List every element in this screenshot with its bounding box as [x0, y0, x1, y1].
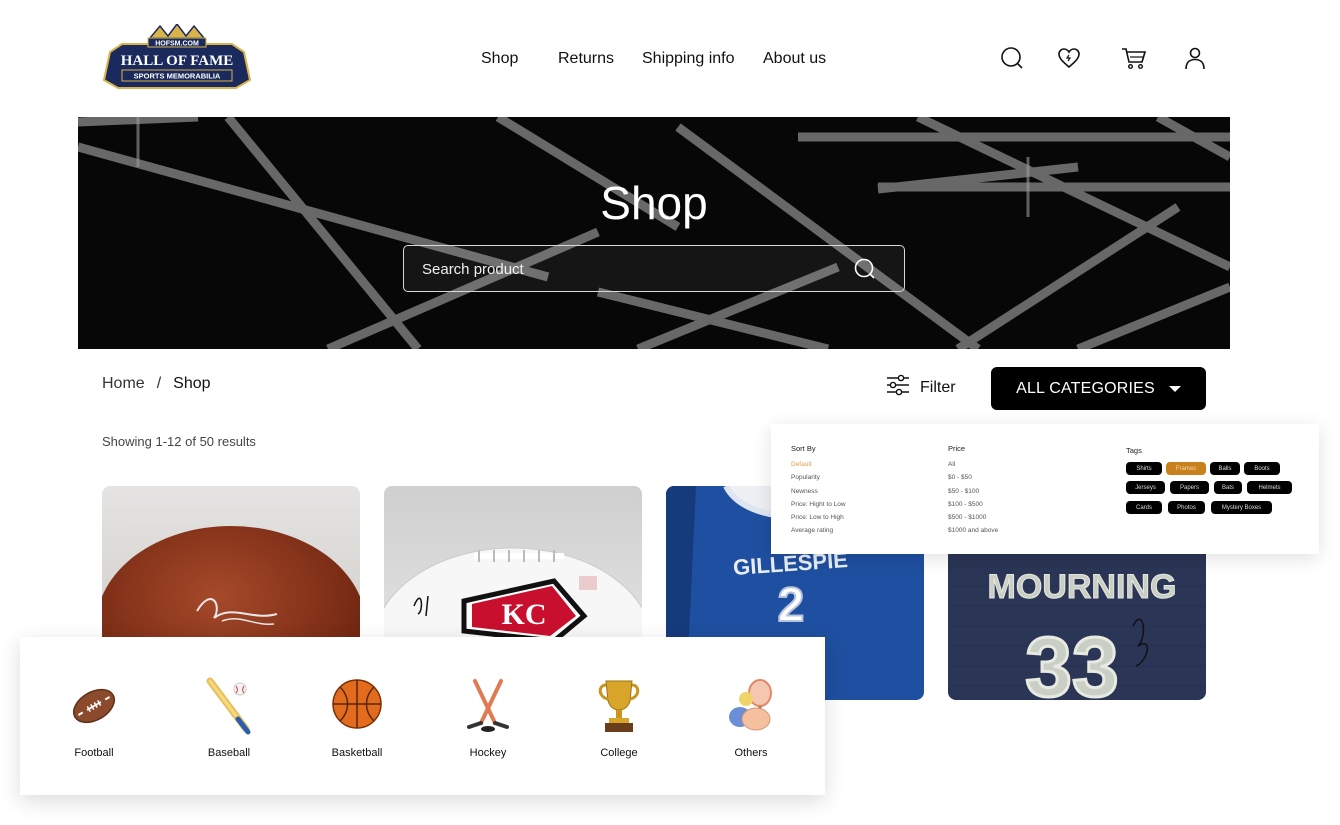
tag-shirts[interactable]: Shirts	[1126, 462, 1162, 475]
price-heading: Price	[948, 444, 966, 453]
category-baseball[interactable]: Baseball	[179, 677, 279, 759]
price-option-50-100[interactable]: $50 - $100	[948, 488, 998, 496]
price-option-500-1000[interactable]: $500 - $1000	[948, 514, 998, 522]
category-label: Baseball	[207, 747, 251, 759]
tags-heading: Tags	[1126, 446, 1142, 455]
sort-option-price-high-low[interactable]: Price: Hight to Low	[791, 501, 846, 509]
category-label: Basketball	[331, 747, 383, 759]
breadcrumb: Home / Shop	[102, 375, 211, 393]
site-logo[interactable]: HOFSM.COM HALL OF FAME SPORTS MEMORABILI…	[102, 22, 252, 92]
logo-text-1: HOFSM.COM	[155, 41, 199, 48]
site-header: HOFSM.COM HALL OF FAME SPORTS MEMORABILI…	[0, 0, 1340, 117]
sports-equipment-icon	[729, 679, 772, 731]
logo-text-3: SPORTS MEMORABILIA	[134, 72, 221, 81]
category-label: Hockey	[469, 747, 507, 759]
category-label: Others	[734, 747, 768, 759]
filter-panel: Sort By Default Popularity Newness Price…	[771, 424, 1319, 554]
sort-option-default[interactable]: Default	[791, 461, 846, 469]
price-option-1000-above[interactable]: $1000 and above	[948, 527, 998, 535]
jersey-name-text: MOURNING	[988, 568, 1177, 606]
tags-column: Tags	[1126, 446, 1142, 463]
tag-boots[interactable]: Boots	[1244, 462, 1280, 475]
tag-papers[interactable]: Papers	[1170, 481, 1209, 494]
category-basketball[interactable]: Basketball	[307, 677, 407, 759]
nav-shipping-info[interactable]: Shipping info	[642, 50, 735, 68]
category-football[interactable]: Football	[44, 677, 144, 759]
svg-text:KC: KC	[502, 598, 547, 631]
category-college[interactable]: College	[569, 677, 669, 759]
jersey-number-text: 33	[1025, 620, 1118, 700]
category-hockey[interactable]: Hockey	[438, 677, 538, 759]
all-categories-label: ALL CATEGORIES	[1016, 379, 1155, 397]
filter-button[interactable]: Filter	[886, 374, 956, 401]
tag-frames[interactable]: Frames	[1166, 462, 1206, 475]
breadcrumb-home[interactable]: Home	[102, 375, 145, 393]
search-input[interactable]	[422, 256, 842, 282]
tag-mystery-boxes[interactable]: Mystery Boxes	[1211, 501, 1272, 514]
tag-jerseys[interactable]: Jerseys	[1126, 481, 1165, 494]
sort-option-average-rating[interactable]: Average rating	[791, 527, 846, 535]
nav-about-us[interactable]: About us	[763, 50, 826, 68]
trophy-icon	[598, 680, 640, 732]
category-label: College	[600, 747, 638, 759]
filter-label: Filter	[920, 378, 956, 396]
page-title: Shop	[600, 177, 708, 229]
search-submit-icon[interactable]	[854, 258, 876, 285]
tag-cards[interactable]: Cards	[1126, 501, 1162, 514]
sort-by-column: Sort By Default Popularity Newness Price…	[791, 444, 846, 541]
sort-option-popularity[interactable]: Popularity	[791, 474, 846, 482]
all-categories-dropdown[interactable]: ALL CATEGORIES	[991, 367, 1206, 410]
baseball-bat-icon	[206, 677, 251, 735]
breadcrumb-current: Shop	[173, 375, 211, 392]
price-column: Price All $0 - $50 $50 - $100 $100 - $50…	[948, 444, 998, 541]
sort-option-newness[interactable]: Newness	[791, 488, 846, 496]
tag-helmets[interactable]: Helmets	[1247, 481, 1292, 494]
tag-balls[interactable]: Balls	[1210, 462, 1240, 475]
price-option-all[interactable]: All	[948, 461, 998, 469]
account-icon[interactable]	[1183, 46, 1209, 72]
wishlist-heart-icon[interactable]	[1057, 46, 1083, 72]
hero-background	[78, 117, 1230, 349]
tag-bats[interactable]: Bats	[1214, 481, 1242, 494]
filter-sliders-icon	[886, 374, 910, 401]
sort-by-heading: Sort By	[791, 444, 816, 453]
tag-photos[interactable]: Photos	[1168, 501, 1205, 514]
hero-banner	[78, 117, 1230, 349]
breadcrumb-separator: /	[156, 375, 162, 392]
results-count: Showing 1-12 of 50 results	[102, 434, 256, 449]
price-option-100-500[interactable]: $100 - $500	[948, 501, 998, 509]
caret-down-icon	[1168, 385, 1181, 392]
cart-icon[interactable]	[1121, 46, 1147, 72]
nav-shop[interactable]: Shop	[481, 50, 518, 68]
jersey-number-text: 2	[778, 579, 805, 632]
football-icon	[72, 688, 116, 724]
category-label: Football	[74, 747, 114, 759]
hockey-sticks-icon	[467, 679, 509, 732]
basketball-icon	[332, 679, 382, 729]
search-icon[interactable]	[1000, 46, 1026, 72]
categories-panel: Football Baseball Basketball Hockey Coll…	[20, 637, 825, 795]
price-option-0-50[interactable]: $0 - $50	[948, 474, 998, 482]
product-search-box[interactable]	[403, 245, 905, 292]
category-others[interactable]: Others	[701, 677, 801, 759]
logo-text-2: HALL OF FAME	[121, 53, 234, 69]
nav-returns[interactable]: Returns	[558, 50, 614, 68]
sort-option-price-low-high[interactable]: Price: Low to High	[791, 514, 846, 522]
